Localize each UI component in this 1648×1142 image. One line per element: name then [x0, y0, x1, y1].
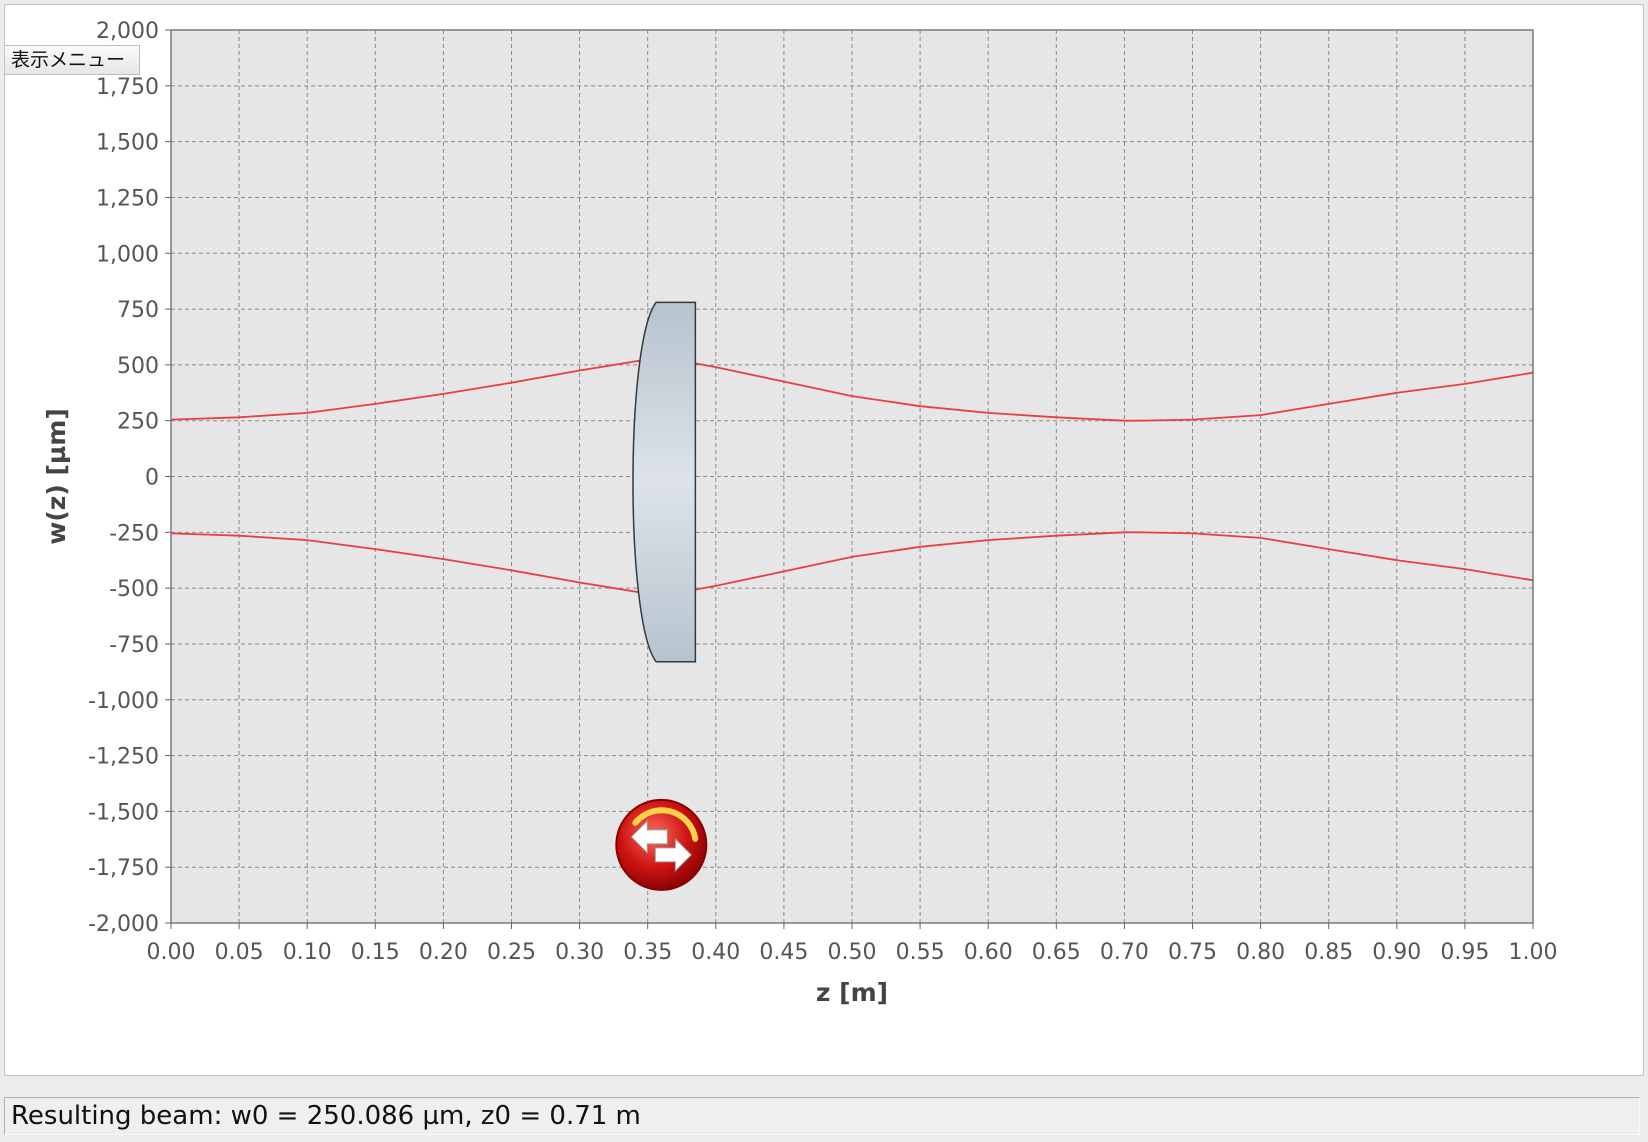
x-axis: 0.00 0.05 0.10 0.15 0.20 0.25 0.30 0.35 0.40 0.45…: [147, 923, 1558, 965]
beam-chart: 2,000 1,750 1,500 1,250 1,000 750 500 250 0 -250 -…: [42, 19, 1558, 1007]
x-tick-label: 0.75: [1168, 940, 1217, 965]
x-tick-label: 0.00: [147, 940, 196, 965]
y-tick-label: -750: [109, 633, 159, 658]
y-axis: 2,000 1,750 1,500 1,250 1,000 750 500 250 0 -250 -…: [88, 19, 171, 937]
x-tick-label: 0.50: [828, 940, 877, 965]
chart-panel: 2,000 1,750 1,500 1,250 1,000 750 500 250 0 -250 -…: [4, 4, 1644, 1076]
x-tick-label: 0.70: [1100, 940, 1149, 965]
y-tick-label: -2,000: [88, 912, 159, 937]
y-tick-label: -1,750: [88, 856, 159, 881]
x-tick-label: 0.90: [1372, 940, 1421, 965]
y-tick-label: -500: [109, 577, 159, 602]
swap-button[interactable]: [615, 798, 708, 891]
status-bar: Resulting beam: w0 = 250.086 µm, z0 = 0.…: [4, 1097, 1640, 1135]
x-tick-label: 1.00: [1509, 940, 1558, 965]
x-axis-title: z [m]: [816, 978, 888, 1007]
y-tick-label: -1,500: [88, 800, 159, 825]
x-tick-label: 0.15: [351, 940, 400, 965]
x-tick-label: 0.40: [691, 940, 740, 965]
x-tick-label: 0.85: [1304, 940, 1353, 965]
x-tick-label: 0.25: [487, 940, 536, 965]
y-tick-label: -250: [109, 521, 159, 546]
x-tick-label: 0.05: [215, 940, 264, 965]
y-tick-label: 1,750: [96, 75, 159, 100]
x-tick-label: 0.45: [759, 940, 808, 965]
swap-button-circle[interactable]: [615, 798, 708, 891]
x-tick-label: 0.35: [623, 940, 672, 965]
lens-element[interactable]: [632, 301, 697, 663]
grid: [170, 29, 1534, 924]
y-tick-label: 250: [117, 410, 159, 435]
y-tick-label: -1,000: [88, 689, 159, 714]
y-tick-label: 500: [117, 354, 159, 379]
x-tick-label: 0.30: [555, 940, 604, 965]
y-tick-label: 1,250: [96, 186, 159, 211]
x-tick-label: 0.20: [419, 940, 468, 965]
y-tick-label: -1,250: [88, 745, 159, 770]
status-text: Resulting beam: w0 = 250.086 µm, z0 = 0.…: [11, 1101, 641, 1131]
x-tick-label: 0.55: [896, 940, 945, 965]
x-tick-label: 0.10: [283, 940, 332, 965]
y-tick-label: 750: [117, 298, 159, 323]
y-tick-label: 2,000: [96, 19, 159, 44]
y-axis-title: w(z) [µm]: [42, 408, 71, 545]
y-tick-label: 1,500: [96, 131, 159, 156]
x-tick-label: 0.95: [1440, 940, 1489, 965]
y-tick-label: 1,000: [96, 242, 159, 267]
x-tick-label: 0.65: [1032, 940, 1081, 965]
y-tick-label: 0: [145, 466, 159, 491]
x-tick-label: 0.80: [1236, 940, 1285, 965]
display-menu-button[interactable]: 表示メニュー: [5, 45, 141, 75]
x-tick-label: 0.60: [964, 940, 1013, 965]
